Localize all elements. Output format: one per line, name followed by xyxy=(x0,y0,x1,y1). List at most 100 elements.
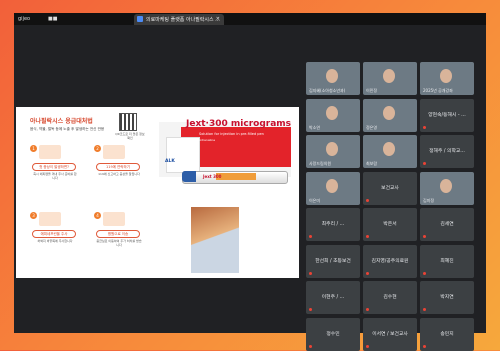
mic-muted-icon xyxy=(366,344,369,348)
mic-muted-icon xyxy=(423,271,426,275)
participant-tile[interactable]: 사랑드림의원 xyxy=(306,135,360,168)
participant-name: 2025년 공개강좌 xyxy=(423,88,453,93)
tab-left-label-2[interactable]: ■■ xyxy=(48,15,57,23)
participant-status xyxy=(366,344,370,349)
participant-tile[interactable]: 이현주 / ... xyxy=(306,281,360,314)
pen-label-band-icon xyxy=(216,173,256,180)
pen-cap-icon xyxy=(182,171,196,182)
participant-status xyxy=(309,234,313,239)
mic-muted-icon xyxy=(366,308,369,311)
participant-name: 이현주 / ... xyxy=(321,295,345,300)
participant-video-icon xyxy=(326,142,338,156)
meeting-area: 아나필락시스 응급대처법 음식, 약물, 벌독 등에 노출 후 발생하는 전신 … xyxy=(14,25,486,351)
mic-muted-icon xyxy=(423,162,426,165)
participant-name: 양현숙/동해시 - ... xyxy=(428,112,466,118)
participant-status xyxy=(366,307,370,312)
product-box-side-icon xyxy=(166,137,200,173)
participant-status xyxy=(423,271,427,276)
tab-active[interactable]: 의료마케팅 플랫폼 아나필락시스 ... × xyxy=(134,14,224,25)
browser-window: gijeo ■■ 의료마케팅 플랫폼 아나필락시스 ... × 아나필락시스 응… xyxy=(14,13,486,351)
mic-muted-icon xyxy=(366,235,369,238)
slide-subtitle: 음식, 약물, 벌독 등에 노출 후 발생하는 전신 반응 xyxy=(30,127,105,131)
mic-muted-icon xyxy=(423,125,426,129)
participant-tile[interactable]: 김지영/공주의료원 xyxy=(363,244,417,278)
step-illustration-icon xyxy=(39,212,61,226)
shared-screen: 아나필락시스 응급대처법 음식, 약물, 벌독 등에 노출 후 발생하는 전신 … xyxy=(16,107,299,278)
participant-status xyxy=(366,234,370,239)
participant-video-icon xyxy=(440,69,452,83)
favicon-icon xyxy=(137,16,143,22)
pen-label: Jext 300 xyxy=(203,174,222,179)
step-illustration-icon xyxy=(103,145,125,159)
participant-tile[interactable]: 양현숙/동해시 - ... xyxy=(420,98,474,132)
participant-video-icon xyxy=(383,69,395,83)
participant-name: 김지혜(소아청소년과) xyxy=(309,88,346,93)
participant-video-icon xyxy=(383,105,395,120)
qr-code-icon xyxy=(119,113,137,131)
participant-tile[interactable]: 송민지 xyxy=(420,317,474,351)
step-pill: 119에 연락하기 xyxy=(96,163,140,171)
injection-demo-photo xyxy=(191,207,239,273)
participant-name: 최혜진 xyxy=(440,258,454,264)
mic-muted-icon xyxy=(423,308,426,311)
tab-active-title: 의료마케팅 플랫폼 아나필락시스 ... xyxy=(146,17,220,23)
participant-name: 사랑드림의원 xyxy=(309,161,332,166)
participant-tile[interactable]: 최혜진 xyxy=(420,244,474,278)
participant-status xyxy=(423,125,427,130)
step-body: 응급실로 이동하여 추가 처치를 받습니다 xyxy=(96,239,142,248)
slide-title: 아나필락시스 응급대처법 xyxy=(30,118,93,125)
step-pill: 첫 증상이 발생하면? xyxy=(32,163,76,171)
step-body: 119에 신고하고 증상을 알립니다 xyxy=(98,172,140,176)
close-icon[interactable]: × xyxy=(216,16,220,22)
participant-tile[interactable]: 정수민 xyxy=(306,317,360,351)
participant-name: 박소연 xyxy=(309,124,321,130)
participant-tile[interactable]: 2025년 공개강좌 xyxy=(420,62,474,95)
mic-muted-icon xyxy=(309,344,312,348)
participant-tile[interactable]: 최보람 xyxy=(363,135,417,168)
participant-tile[interactable]: 이민정 xyxy=(363,62,417,95)
browser-tab-bar: gijeo ■■ 의료마케팅 플랫폼 아나필락시스 ... × xyxy=(14,13,486,25)
participant-name: 정수민 xyxy=(326,331,340,337)
participant-tile[interactable]: 박소연 xyxy=(306,98,360,132)
participant-name: 김세연 xyxy=(440,222,454,227)
participant-status xyxy=(309,344,313,349)
participant-tile[interactable]: 박지연 xyxy=(420,281,474,314)
participant-tile[interactable]: 박은서 xyxy=(363,208,417,241)
tab-left-label[interactable]: gijeo xyxy=(18,15,30,23)
step-number: 3 xyxy=(30,212,37,219)
step-number: 4 xyxy=(94,212,101,219)
participant-video-icon xyxy=(383,142,395,156)
mic-muted-icon xyxy=(423,235,426,238)
mic-muted-icon xyxy=(309,235,312,238)
participant-video-icon xyxy=(440,178,452,193)
participant-name: 박은서 xyxy=(383,222,397,227)
step-body: 즉시 에피펜을 꺼내 주사 준비를 합니다 xyxy=(33,172,77,181)
participant-tile[interactable]: 한선희 / 초등보건 xyxy=(306,244,360,278)
step-illustration-icon xyxy=(39,145,61,159)
participant-name: 김미정 xyxy=(423,197,435,203)
participant-tile[interactable]: 김지혜(소아청소년과) xyxy=(306,62,360,95)
participant-tile[interactable]: 김세연 xyxy=(420,208,474,241)
product-maker: ALK xyxy=(165,159,175,164)
participant-tile[interactable]: 김수현 xyxy=(363,281,417,314)
participant-name: 한선희 / 초등보건 xyxy=(315,258,351,264)
participant-tile[interactable]: 보건교사 xyxy=(363,171,417,205)
participant-tile[interactable]: 김미정 xyxy=(420,171,474,205)
participant-tile[interactable]: 이은미 xyxy=(306,171,360,205)
mic-muted-icon xyxy=(423,344,426,348)
step-pill: 병원으로 이송 xyxy=(96,230,140,238)
step-illustration-icon xyxy=(103,212,125,226)
participant-name: 이민정 xyxy=(366,88,378,93)
participant-tile[interactable]: 정은영 xyxy=(363,98,417,132)
participant-status xyxy=(423,234,427,239)
mic-muted-icon xyxy=(366,198,369,202)
participant-name: 최보람 xyxy=(366,161,378,166)
participant-tile[interactable]: 최주리 / ... xyxy=(306,208,360,241)
participant-name: 박지연 xyxy=(440,295,454,300)
participant-name: 김지영/공주의료원 xyxy=(371,258,409,264)
participant-status xyxy=(423,307,427,312)
participant-tile[interactable]: 정해주 / 의학교... xyxy=(420,135,474,168)
participant-tile[interactable]: 이서연 / 보건교사 xyxy=(363,317,417,351)
mic-muted-icon xyxy=(366,271,369,275)
product-sub: Solution for injection in pre-filled pen xyxy=(199,132,264,136)
